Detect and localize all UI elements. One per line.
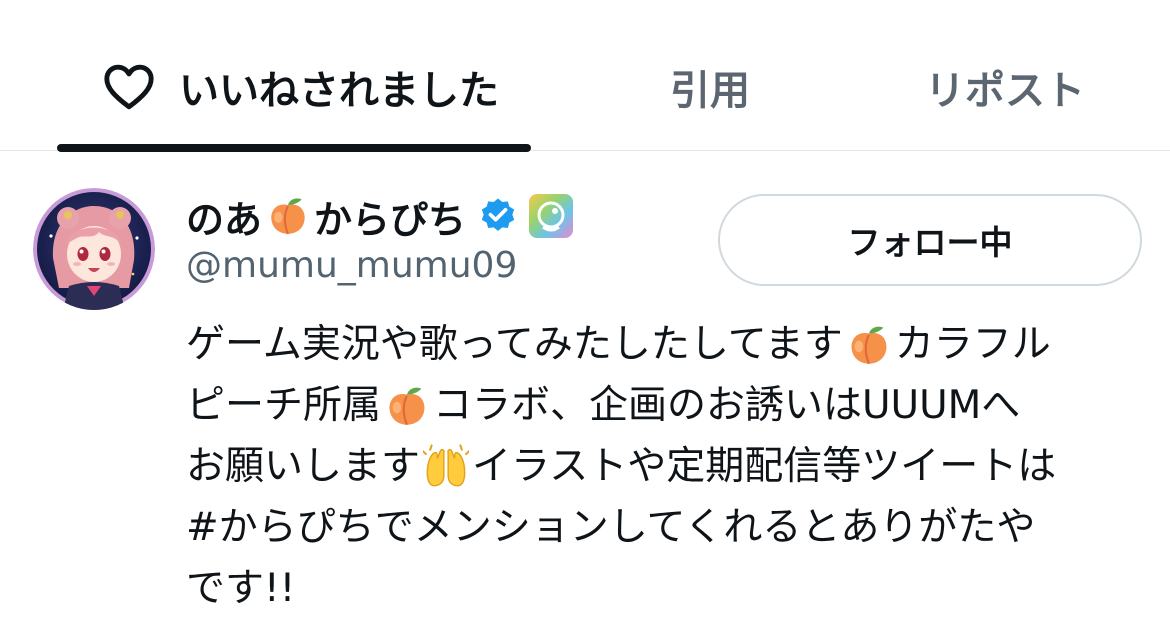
raising-hands-icon	[423, 443, 470, 486]
liked-by-page: いいねされました 引用 リポスト のあ からぴち @mumu_mumu09 フォ…	[0, 0, 1170, 629]
peach-icon	[851, 326, 887, 364]
affiliate-badge-icon[interactable]	[528, 193, 574, 239]
bio-text: コラボ、企画のお誘いはUUUMへ	[433, 383, 1021, 428]
display-name[interactable]: のあ からぴち	[186, 188, 574, 244]
tab-liked-label: いいねされました	[179, 68, 499, 114]
bio-line: です!!	[186, 558, 1146, 619]
peach-icon	[271, 198, 305, 235]
display-name-part1: のあ	[186, 197, 263, 242]
bio-text: カラフル	[894, 322, 1051, 367]
bio-text: イラストや定期配信等ツイートは	[472, 444, 1057, 489]
following-button[interactable]: フォロー中	[718, 194, 1142, 286]
bio-text: ピーチ所属	[186, 383, 382, 428]
avatar-image	[33, 188, 155, 310]
tab-quotes-label: 引用	[670, 68, 750, 114]
bio-text: でメンションしてくれるとありがたや	[374, 505, 1036, 550]
hashtag-link[interactable]: #からぴち	[186, 497, 375, 558]
tab-bar: いいねされました 引用 リポスト	[0, 0, 1170, 152]
bio-line: ピーチ所属 コラボ、企画のお誘いはUUUMへ	[186, 375, 1146, 436]
user-bio: ゲーム実況や歌ってみたしたしてます カラフル ピーチ所属 コラボ、企画のお誘いは…	[186, 314, 1146, 619]
bio-text: です!!	[186, 566, 296, 611]
verified-badge-icon	[481, 198, 515, 231]
peach-icon	[389, 387, 425, 425]
bio-text: お願いします	[186, 444, 421, 489]
bio-text: ゲーム実況や歌ってみたしたしてます	[186, 322, 843, 367]
heart-icon	[104, 64, 154, 110]
user-handle[interactable]: @mumu_mumu09	[186, 245, 517, 286]
bio-line: ゲーム実況や歌ってみたしたしてます カラフル	[186, 314, 1146, 375]
avatar[interactable]	[33, 188, 155, 310]
tab-liked[interactable]: いいねされました	[80, 52, 520, 122]
display-name-part2: からぴち	[314, 197, 467, 242]
tab-reposts[interactable]: リポスト	[900, 52, 1110, 122]
tab-quotes[interactable]: 引用	[640, 52, 780, 122]
bio-line: #からぴち でメンションしてくれるとありがたや	[186, 497, 1146, 558]
bio-line: お願いします イラストや定期配信等ツイートは	[186, 436, 1146, 497]
active-tab-indicator	[57, 144, 531, 152]
tab-reposts-label: リポスト	[925, 68, 1085, 114]
